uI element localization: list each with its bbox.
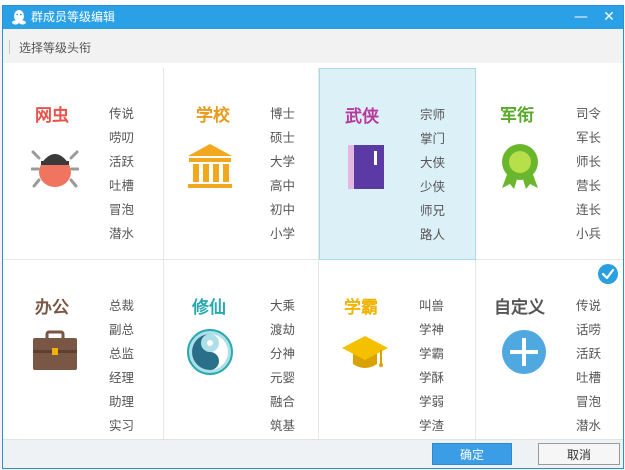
title-bar: 群成员等级编辑 — ✕ [3, 6, 623, 29]
section-label: 选择等级头衔 [19, 41, 92, 55]
category-card-top-student[interactable]: 学霸 叫兽 学神 学霸 学酥 学弱 学渣 [319, 260, 476, 439]
rank-list: 博士 硕士 大学 高中 初中 小学 [270, 102, 295, 246]
category-card-school[interactable]: 学校 博士 硕士 大学 高中 初中 小学 [164, 68, 319, 260]
rank-item: 学渣 [419, 418, 445, 433]
rank-category-grid: 网虫 传说 唠叨 活跃 吐槽 冒泡 潜水 学校 博士 硕士 大学 高中 初中 小… [3, 68, 623, 439]
rank-item: 小学 [270, 226, 296, 241]
rank-item: 总监 [109, 346, 135, 361]
rank-list: 司令 军长 师长 营长 连长 小兵 [576, 102, 601, 246]
rank-item: 硕士 [270, 130, 296, 145]
selected-check-icon [598, 264, 618, 284]
rank-item: 吐槽 [576, 370, 602, 385]
rank-item: 少侠 [420, 179, 446, 194]
rank-item: 唠叨 [109, 130, 135, 145]
dialog-footer: 确定 取消 [3, 439, 623, 468]
rank-item: 大侠 [420, 155, 446, 170]
rank-item: 传说 [576, 298, 602, 313]
plus-icon [500, 328, 548, 376]
rank-item: 实习 [109, 418, 135, 433]
rank-item: 军长 [576, 130, 602, 145]
rank-item: 师兄 [420, 203, 446, 218]
rank-item: 吐槽 [109, 178, 135, 193]
rank-item: 营长 [576, 178, 602, 193]
rank-item: 传说 [109, 106, 135, 121]
rank-item: 高中 [270, 178, 296, 193]
category-card-military[interactable]: 军衔 司令 军长 师长 营长 连长 小兵 [476, 68, 623, 260]
graduation-cap-icon [341, 328, 389, 376]
category-title: 学霸 [344, 298, 378, 318]
window-title: 群成员等级编辑 [31, 10, 116, 24]
category-title: 网虫 [35, 106, 69, 126]
rank-item: 大学 [270, 154, 296, 169]
yin-yang-icon [186, 328, 234, 376]
minimize-button[interactable]: — [570, 8, 592, 27]
rank-list: 传说 唠叨 活跃 吐槽 冒泡 潜水 [109, 102, 134, 246]
rank-item: 学神 [419, 322, 445, 337]
rank-item: 潜水 [109, 226, 135, 241]
rank-item: 路人 [420, 227, 446, 242]
rank-item: 博士 [270, 106, 296, 121]
category-card-netbug[interactable]: 网虫 传说 唠叨 活跃 吐槽 冒泡 潜水 [3, 68, 164, 260]
rank-item: 学酥 [419, 370, 445, 385]
rank-item: 副总 [109, 322, 135, 337]
rank-item: 学霸 [419, 346, 445, 361]
rank-item: 宗师 [420, 107, 446, 122]
category-card-cultivation[interactable]: 修仙 大乘 渡劫 分神 元婴 融合 筑基 [164, 260, 319, 439]
rank-item: 冒泡 [576, 394, 602, 409]
rank-item: 经理 [109, 370, 135, 385]
rank-item: 掌门 [420, 131, 446, 146]
school-building-icon [186, 142, 234, 190]
category-title: 学校 [196, 106, 230, 126]
rank-item: 话唠 [576, 322, 602, 337]
rank-item: 筑基 [270, 418, 296, 433]
category-card-custom[interactable]: 自定义 传说 话唠 活跃 吐槽 冒泡 潜水 [476, 260, 623, 439]
rank-item: 活跃 [576, 346, 602, 361]
rank-item: 活跃 [109, 154, 135, 169]
rank-item: 司令 [576, 106, 602, 121]
rank-item: 元婴 [270, 370, 296, 385]
category-card-office[interactable]: 办公 总裁 副总 总监 经理 助理 实习 [3, 260, 164, 439]
close-button[interactable]: ✕ [598, 8, 620, 27]
rank-list: 宗师 掌门 大侠 少侠 师兄 路人 [420, 103, 445, 247]
rank-item: 融合 [270, 394, 296, 409]
category-title: 修仙 [192, 298, 226, 318]
category-title: 武侠 [345, 107, 379, 127]
rank-item: 叫兽 [419, 298, 445, 313]
rank-item: 师长 [576, 154, 602, 169]
rank-item: 学弱 [419, 394, 445, 409]
rank-item: 初中 [270, 202, 296, 217]
rank-item: 总裁 [109, 298, 135, 313]
dialog-window: 群成员等级编辑 — ✕ 选择等级头衔 网虫 传说 唠叨 活跃 吐槽 冒泡 潜水 … [2, 5, 624, 469]
bug-icon [31, 142, 79, 190]
rank-list: 总裁 副总 总监 经理 助理 实习 [109, 294, 134, 438]
category-title: 军衔 [500, 106, 534, 126]
martial-book-icon [344, 143, 392, 191]
rank-item: 大乘 [270, 298, 296, 313]
rank-item: 连长 [576, 202, 602, 217]
rank-item: 冒泡 [109, 202, 135, 217]
rank-item: 渡劫 [270, 322, 296, 337]
rank-item: 潜水 [576, 418, 602, 433]
divider [9, 40, 10, 54]
rank-list: 叫兽 学神 学霸 学酥 学弱 学渣 [419, 294, 444, 438]
rank-item: 助理 [109, 394, 135, 409]
subheader-bar: 选择等级头衔 [3, 29, 623, 63]
category-title: 自定义 [494, 298, 545, 318]
rank-list: 传说 话唠 活跃 吐槽 冒泡 潜水 [576, 294, 601, 438]
rank-list: 大乘 渡劫 分神 元婴 融合 筑基 [270, 294, 295, 438]
rank-item: 小兵 [576, 226, 602, 241]
cancel-button[interactable]: 取消 [538, 443, 620, 465]
category-title: 办公 [35, 298, 69, 318]
rank-item: 分神 [270, 346, 296, 361]
medal-icon [496, 142, 544, 190]
qq-penguin-icon [11, 9, 27, 26]
confirm-button[interactable]: 确定 [432, 443, 512, 465]
briefcase-icon [31, 326, 79, 374]
category-card-wuxia[interactable]: 武侠 宗师 掌门 大侠 少侠 师兄 路人 [319, 68, 476, 260]
